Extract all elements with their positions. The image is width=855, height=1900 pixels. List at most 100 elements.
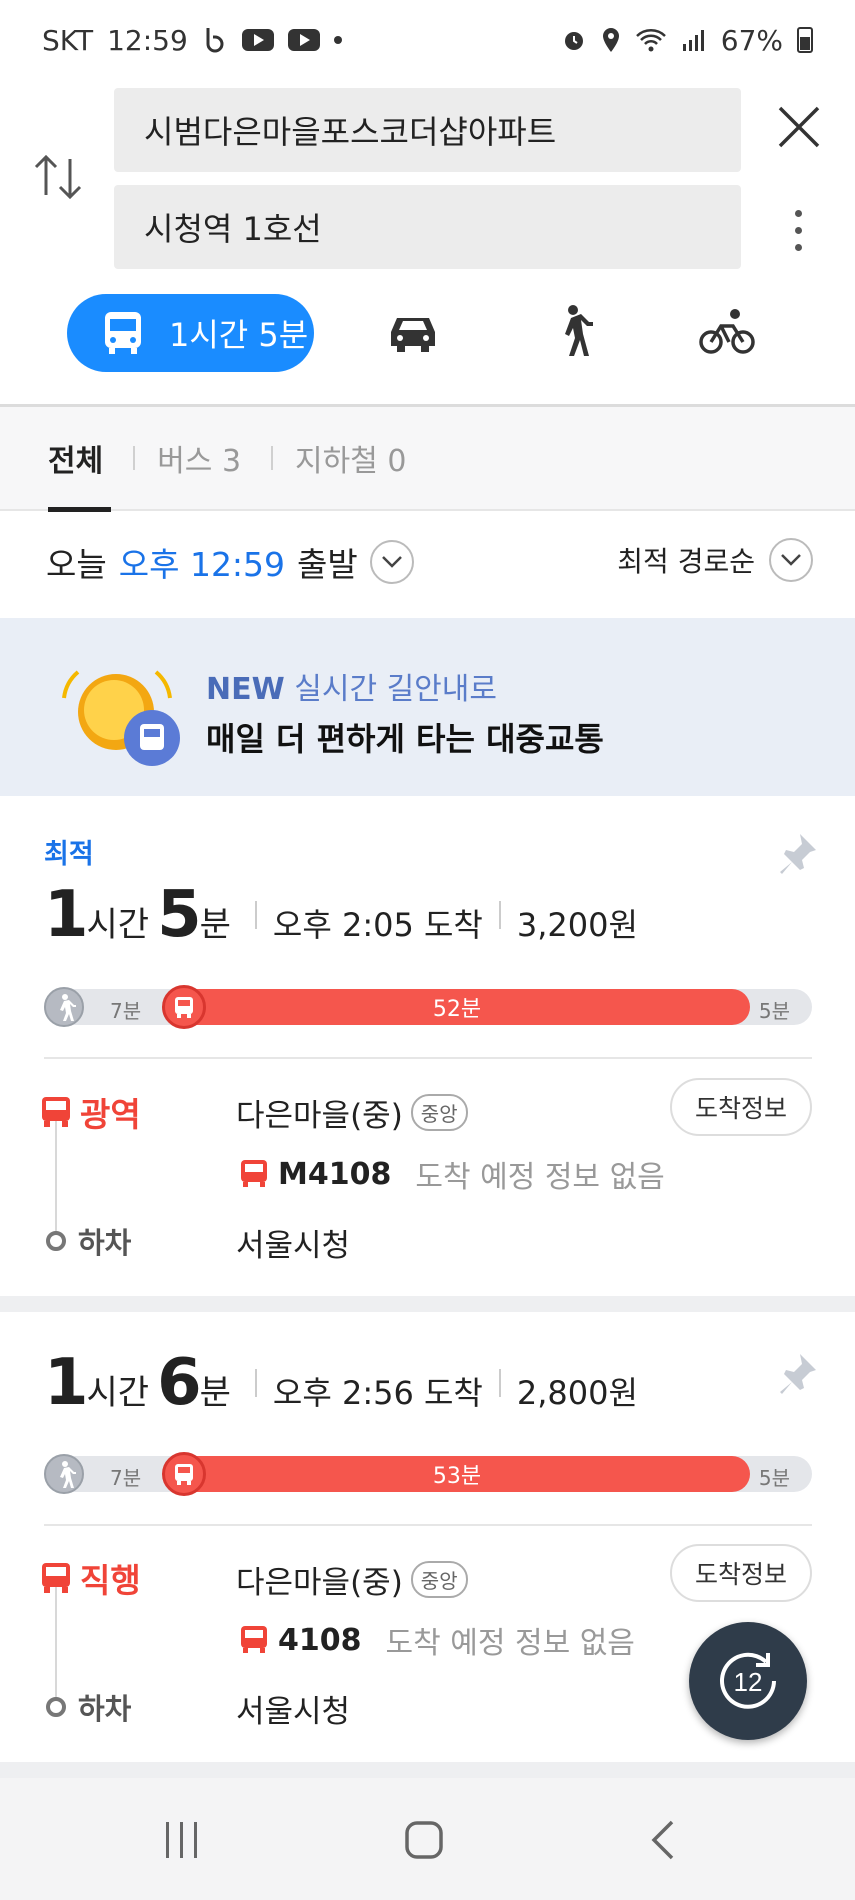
separator xyxy=(254,1369,257,1397)
bus-type-text: 직행 xyxy=(80,1561,141,1600)
bus-icon xyxy=(105,312,141,354)
boarding-stop: 다은마을(중) 중앙 xyxy=(236,1090,468,1135)
notification-dot-icon xyxy=(333,36,342,44)
arrival-info-button[interactable]: 도착정보 xyxy=(670,1078,812,1136)
destination-field[interactable]: 시청역 1호선 xyxy=(114,185,741,269)
separator xyxy=(498,901,501,929)
banner-title-text: 실시간 길안내로 xyxy=(294,672,497,707)
car-icon[interactable] xyxy=(383,302,443,362)
back-icon[interactable] xyxy=(648,1820,678,1860)
alight-stop: 서울시청 xyxy=(236,1228,351,1264)
route-summary: 1 시간 6 분 오후 2:56 도착 2,800원 xyxy=(44,1346,638,1420)
card-separator xyxy=(0,1762,855,1778)
depart-today: 오늘 xyxy=(46,545,107,584)
route-hours: 1 xyxy=(44,878,89,952)
alight-label: 하차 xyxy=(46,1220,131,1262)
best-route-badge: 최적 xyxy=(44,839,94,870)
bus-number: M4108 xyxy=(278,1156,392,1192)
arrival-time: 오후 2:56 도착 xyxy=(272,1374,483,1412)
chevron-down-icon[interactable] xyxy=(369,540,414,584)
carrier: SKT xyxy=(42,23,94,57)
bus-type-label: 직행 xyxy=(40,1554,141,1602)
fab-label: 12 xyxy=(734,1667,763,1697)
swap-icon[interactable] xyxy=(30,145,86,209)
walk-duration: 7분 xyxy=(110,999,142,1023)
bus-line[interactable]: M4108 도착 예정 정보 없음 xyxy=(240,1152,665,1196)
boarding-stop-name: 다은마을(중) xyxy=(236,1565,403,1601)
stop-marker-icon xyxy=(46,1697,66,1717)
departure-selector[interactable]: 오늘 오후 12:59 출발 xyxy=(46,538,414,586)
alarm-icon xyxy=(564,32,583,50)
route-hours: 1 xyxy=(44,1346,89,1420)
pin-icon[interactable] xyxy=(778,1352,818,1396)
divider xyxy=(44,1524,812,1526)
youtube-icon xyxy=(241,29,274,51)
route-timeline-bar: 7분 53분 5분 xyxy=(44,1452,812,1496)
banner-new-badge: NEW xyxy=(206,672,285,707)
alight-stop: 서울시청 xyxy=(236,1694,351,1730)
home-icon[interactable] xyxy=(403,1820,445,1860)
tab-all[interactable]: 전체 xyxy=(48,406,112,512)
bus-icon xyxy=(162,1452,206,1496)
battery-icon xyxy=(797,27,813,53)
alight-text: 하차 xyxy=(78,1692,132,1726)
bus-segment: 53분 xyxy=(164,1456,750,1492)
separator xyxy=(254,901,257,929)
walk-duration: 7분 xyxy=(110,1466,142,1490)
system-nav-bar xyxy=(0,1778,855,1900)
bus-arrival-status: 도착 예정 정보 없음 xyxy=(385,1626,635,1661)
tab-subway[interactable]: 지하철 0 xyxy=(295,436,406,480)
sort-label: 최적 경로순 xyxy=(617,545,755,578)
arrival-info-button[interactable]: 도착정보 xyxy=(670,1544,812,1602)
separator xyxy=(498,1369,501,1397)
origin-field[interactable]: 시범다은마을포스코더샵아파트 xyxy=(114,88,741,172)
youtube-icon xyxy=(287,29,320,51)
signal-icon xyxy=(682,30,704,51)
route-hours-unit: 시간 xyxy=(86,1373,150,1413)
clock: 12:59 xyxy=(107,23,188,57)
bus-segment: 52분 xyxy=(164,989,750,1025)
refresh-fab-button[interactable]: 12 xyxy=(689,1622,807,1740)
stop-marker-icon xyxy=(46,1231,66,1251)
arrival-info-label: 도착정보 xyxy=(694,1560,787,1589)
walk-icon xyxy=(44,987,84,1027)
destination-text: 시청역 1호선 xyxy=(144,210,322,248)
mode-transit-button[interactable]: 1시간 5분 xyxy=(67,294,314,372)
bus-icon xyxy=(241,1160,267,1187)
sort-selector[interactable]: 최적 경로순 xyxy=(617,538,813,582)
route-summary: 1 시간 5 분 오후 2:05 도착 3,200원 xyxy=(44,878,638,952)
fare: 2,800원 xyxy=(516,1374,638,1412)
close-icon[interactable] xyxy=(772,100,826,154)
promo-banner[interactable]: NEW 실시간 길안내로 매일 더 편하게 타는 대중교통 xyxy=(0,618,855,796)
bus-line[interactable]: 4108 도착 예정 정보 없음 xyxy=(240,1618,635,1662)
walk-duration: 5분 xyxy=(758,999,790,1023)
bus-icon xyxy=(42,1563,70,1593)
route-filter-tabs: 전체 버스 3 지하철 0 xyxy=(0,406,855,512)
recent-apps-icon[interactable] xyxy=(160,1820,204,1860)
bus-arrival-status: 도착 예정 정보 없음 xyxy=(415,1160,665,1195)
boarding-stop-name: 다은마을(중) xyxy=(236,1098,403,1134)
tab-bus[interactable]: 버스 3 xyxy=(157,436,241,480)
status-bar: SKT 12:59 67% xyxy=(0,0,855,80)
transit-time-label: 1시간 5분 xyxy=(169,316,309,354)
alight-label: 하차 xyxy=(46,1686,131,1728)
tab-all-label: 전체 xyxy=(48,444,104,479)
banner-title: NEW 실시간 길안내로 xyxy=(206,664,497,708)
more-options-icon[interactable] xyxy=(780,210,816,260)
chevron-down-icon[interactable] xyxy=(769,538,813,582)
route-timeline-bar: 7분 52분 5분 xyxy=(44,985,812,1029)
alight-text: 하차 xyxy=(78,1226,132,1260)
route-minutes-unit: 분 xyxy=(199,905,231,945)
depart-time: 오후 12:59 xyxy=(118,545,286,584)
walk-duration: 5분 xyxy=(758,1466,790,1490)
bus-duration: 53분 xyxy=(432,1464,482,1489)
bicycle-icon[interactable] xyxy=(697,302,757,362)
walk-icon[interactable] xyxy=(541,302,601,362)
bus-duration: 52분 xyxy=(432,997,482,1022)
route-hours-unit: 시간 xyxy=(86,905,150,945)
tab-divider xyxy=(133,446,136,470)
route-minutes: 6 xyxy=(157,1346,202,1420)
stop-tag: 중앙 xyxy=(410,1094,468,1131)
origin-text: 시범다은마을포스코더샵아파트 xyxy=(144,113,557,151)
pin-icon[interactable] xyxy=(778,832,818,876)
